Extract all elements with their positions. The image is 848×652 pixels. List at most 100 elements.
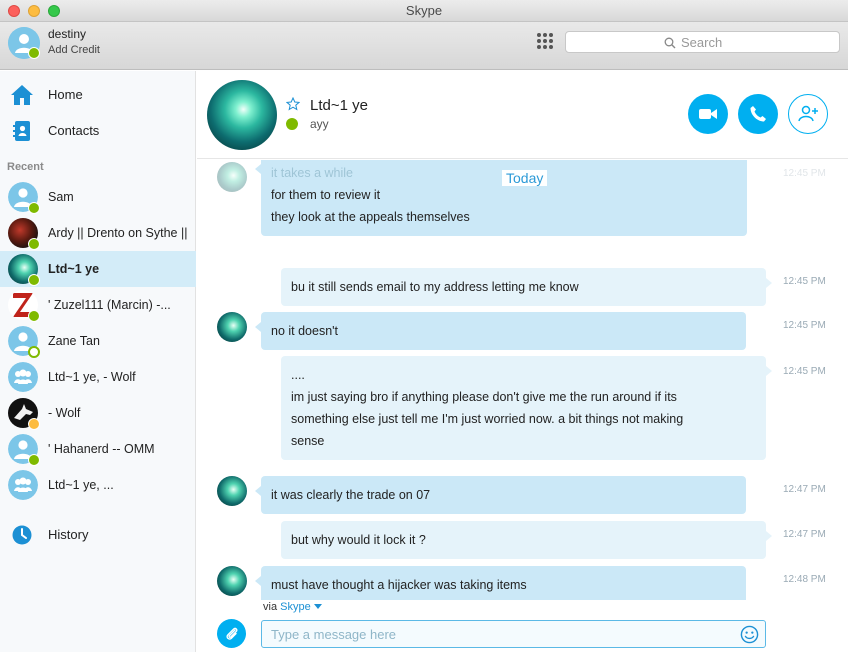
dialpad-icon[interactable] [537,33,553,49]
phone-icon [750,106,766,122]
status-badge [28,418,40,430]
message-line: sense [291,434,325,448]
audio-call-button[interactable] [738,94,778,134]
search-placeholder: Search [681,35,723,50]
nav-history[interactable]: History [0,518,196,550]
add-credit-link[interactable]: Add Credit [48,44,100,56]
status-badge [28,310,40,322]
contact-name: Zane Tan [48,334,100,348]
message-timestamp: 12:47 PM [783,484,826,495]
message-timestamp: 12:45 PM [783,366,826,377]
status-badge [28,238,40,250]
contact-name: ' Hahanerd -- OMM [48,442,155,456]
sidebar: Home Contacts Recent Sam Ardy || Drento … [0,71,196,652]
group-icon [8,470,38,500]
day-separator: Today [502,170,548,186]
message-line: bu it still sends email to my address le… [291,280,579,294]
video-call-button[interactable] [688,94,728,134]
avatar [8,290,40,322]
message-line: no it doesn't [271,324,339,338]
top-toolbar: destiny Add Credit Search [0,22,848,70]
via-service-selector[interactable]: via Skype [263,601,322,613]
message-timestamp: 12:47 PM [783,529,826,540]
message-line: im just saying bro if anything please do… [291,390,677,404]
message-avatar [217,566,247,596]
contact-item[interactable]: ' Zuzel111 (Marcin) -... [0,287,196,323]
add-contact-icon [798,105,818,122]
group-icon [8,362,38,392]
nav-history-label: History [48,527,89,542]
avatar [8,254,40,286]
nav-home-label: Home [48,87,83,102]
contacts-icon [13,121,30,141]
via-service-name: Skype [280,601,311,613]
nav-home[interactable]: Home [0,78,196,110]
contact-name: Ltd~1 ye [48,262,100,276]
my-status-badge [28,47,40,59]
avatar [8,182,40,214]
conversation-status-badge [286,118,298,130]
message-timestamp: 12:45 PM [783,320,826,331]
message-line: they look at the appeals themselves [271,210,470,224]
window-title: Skype [405,3,443,18]
contact-item[interactable]: Ltd~1 ye, ... [0,467,196,503]
recent-heading: Recent [7,161,44,173]
star-icon[interactable] [286,97,300,111]
message-line: it was clearly the trade on 07 [271,488,431,502]
search-icon [664,37,676,48]
contact-item[interactable]: ' Hahanerd -- OMM [0,431,196,467]
message-line: .... [291,368,305,382]
contact-name: Ardy || Drento on Sythe || [48,226,188,240]
conversation-panel: Ltd~1 ye ayy it takes a while for them t… [197,71,848,652]
message-timestamp: 12:45 PM [783,168,826,179]
message-bubble[interactable]: no it doesn't [255,312,746,350]
avatar [8,434,40,466]
conversation-avatar[interactable] [207,80,277,150]
message-bubble[interactable]: it was clearly the trade on 07 [255,476,746,514]
avatar [8,218,40,250]
avatar [8,470,38,500]
message-avatar [217,312,247,342]
message-bubble[interactable]: .... im just saying bro if anything plea… [281,356,772,460]
video-call-icon [699,109,717,119]
emoji-icon[interactable] [740,625,759,644]
message-bubble[interactable]: bu it still sends email to my address le… [281,268,772,306]
title-bar: Skype [0,0,848,22]
contact-item[interactable]: Ltd~1 ye, - Wolf [0,359,196,395]
history-icon [12,525,32,545]
status-badge [28,274,40,286]
message-line: must have thought a hijacker was taking … [271,578,527,592]
contact-item[interactable]: Ltd~1 ye [0,251,196,287]
contact-item[interactable]: Sam [0,179,196,215]
contact-item[interactable]: - Wolf [0,395,196,431]
contact-item[interactable]: Zane Tan [0,323,196,359]
via-prefix: via [263,601,278,613]
avatar [8,362,38,392]
message-list[interactable]: it takes a while for them to review it t… [197,160,848,600]
nav-contacts[interactable]: Contacts [0,114,196,146]
contact-name: Ltd~1 ye, ... [48,478,114,492]
add-people-button[interactable] [788,94,828,134]
message-timestamp: 12:48 PM [783,574,826,585]
contact-name: ' Zuzel111 (Marcin) -... [48,298,171,312]
home-icon [11,85,33,105]
search-box[interactable]: Search [565,31,840,53]
message-avatar [217,162,247,192]
avatar [8,326,40,358]
message-avatar [217,476,247,506]
conversation-header: Ltd~1 ye ayy [197,71,848,159]
attach-button[interactable] [217,619,246,648]
message-line: for them to review it [271,188,381,202]
avatar [8,398,40,430]
message-compose-box[interactable] [261,620,766,648]
status-badge [28,346,40,358]
attach-icon [225,627,238,640]
nav-contacts-label: Contacts [48,123,100,138]
message-input[interactable] [262,621,732,647]
chevron-down-icon [313,604,322,609]
my-name[interactable]: destiny [48,27,86,41]
contact-name: Ltd~1 ye, - Wolf [48,370,136,384]
contact-item[interactable]: Ardy || Drento on Sythe || [0,215,196,251]
message-bubble[interactable]: but why would it lock it ? [281,521,772,559]
message-bubble[interactable]: must have thought a hijacker was taking … [255,566,746,600]
